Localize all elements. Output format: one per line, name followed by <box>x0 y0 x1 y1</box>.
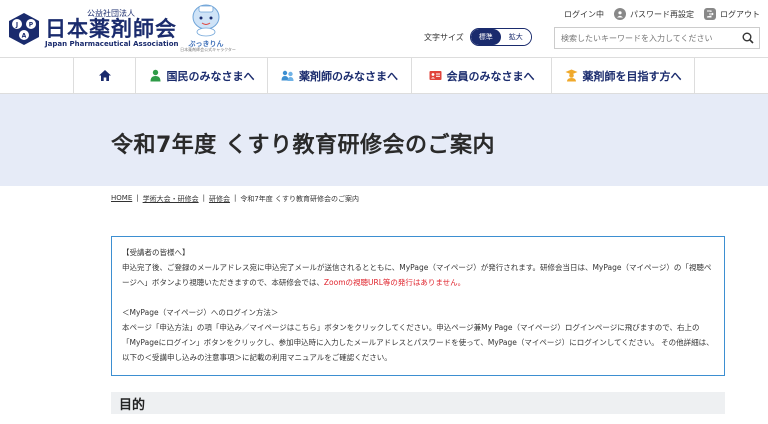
section-heading-purpose: 目的 <box>111 392 725 414</box>
site-logo[interactable]: J P A 公益社団法人 日本薬剤師会 Japan Pharmaceutical… <box>7 10 179 48</box>
nav-members-label: 会員のみなさまへ <box>446 69 535 83</box>
breadcrumb-separator: | <box>233 194 237 202</box>
font-size-large-button[interactable]: 拡大 <box>500 29 531 45</box>
mascot[interactable]: ぶっきりん 日本薬剤師会公式キャラクター <box>178 3 236 53</box>
breadcrumb: HOME | 学術大会・研修会 | 研修会 | 令和7年度 くすり教育研修会のご… <box>111 194 359 204</box>
svg-text:A: A <box>22 33 27 40</box>
page-title: 令和7年度 くすり教育研修会のご案内 <box>111 133 495 158</box>
font-size-toggle: 標準 拡大 <box>469 28 532 46</box>
top-links: ログイン中 パスワード再設定 ログアウト <box>554 8 760 20</box>
breadcrumb-academic[interactable]: 学術大会・研修会 <box>143 194 199 204</box>
search-button[interactable] <box>737 28 759 48</box>
notice-heading-attendees: 【受講者の皆様へ】 <box>122 248 190 257</box>
nav-home[interactable] <box>73 58 135 93</box>
nav-pharmacists-label: 薬剤師のみなさまへ <box>299 69 398 83</box>
nav-aspiring-label: 薬剤師を目指す方へ <box>582 69 682 83</box>
nav-public[interactable]: 国民のみなさまへ <box>135 58 267 93</box>
home-icon <box>98 70 111 81</box>
password-reset-label: パスワード再設定 <box>630 9 694 19</box>
breadcrumb-home[interactable]: HOME <box>111 194 132 204</box>
id-card-icon <box>429 71 441 80</box>
search-icon <box>742 32 754 44</box>
breadcrumb-separator: | <box>136 194 139 202</box>
people-icon <box>281 70 294 81</box>
breadcrumb-current: 令和7年度 くすり教育研修会のご案内 <box>240 195 360 203</box>
search-input[interactable] <box>555 28 737 48</box>
nav-pharmacists[interactable]: 薬剤師のみなさまへ <box>267 58 411 93</box>
search-box <box>554 27 760 49</box>
mascot-caption: 日本薬剤師会公式キャラクター <box>180 47 236 52</box>
nav-aspiring[interactable]: 薬剤師を目指す方へ <box>551 58 695 93</box>
org-name-en: Japan Pharmaceutical Association <box>45 40 179 48</box>
person-icon <box>150 69 160 82</box>
jpa-logo-icon: J P A <box>9 13 39 45</box>
password-reset-link[interactable]: パスワード再設定 <box>614 8 694 20</box>
login-status: ログイン中 <box>564 9 604 19</box>
nav-members[interactable]: 会員のみなさまへ <box>411 58 551 93</box>
font-size-label: 文字サイズ <box>424 32 464 42</box>
logout-label: ログアウト <box>720 9 760 19</box>
breadcrumb-seminars[interactable]: 研修会 <box>209 194 230 204</box>
notice-paragraph-mypage: 申込完了後、ご登録のメールアドレス宛に申込完了メールが送信されるとともに、MyP… <box>122 260 714 290</box>
font-size-standard-button[interactable]: 標準 <box>470 29 501 45</box>
global-nav: 国民のみなさまへ 薬剤師のみなさまへ 会員のみなさまへ 薬剤師を目指す方へ <box>0 57 768 94</box>
notice-zoom-warning: Zoomの視聴URL等の発行はありません。 <box>323 278 466 287</box>
logout-icon <box>704 8 716 20</box>
svg-text:J: J <box>15 22 18 29</box>
svg-text:P: P <box>29 22 34 29</box>
notice-box: 【受講者の皆様へ】 申込完了後、ご登録のメールアドレス宛に申込完了メールが送信さ… <box>111 236 725 376</box>
page-title-band: 令和7年度 くすり教育研修会のご案内 <box>0 94 768 186</box>
student-icon <box>565 69 577 82</box>
site-header: J P A 公益社団法人 日本薬剤師会 Japan Pharmaceutical… <box>0 0 768 57</box>
font-size-control: 文字サイズ 標準 拡大 <box>424 28 532 46</box>
user-icon <box>614 8 626 20</box>
notice-heading-login: ＜MyPage（マイページ）へのログイン方法＞ <box>122 308 279 317</box>
nav-public-label: 国民のみなさまへ <box>166 69 255 83</box>
org-name: 日本薬剤師会 <box>45 17 177 41</box>
logout-link[interactable]: ログアウト <box>704 8 760 20</box>
breadcrumb-separator: | <box>202 194 205 202</box>
mascot-character-icon <box>192 4 220 37</box>
notice-paragraph-login: 本ページ「申込方法」の項「申込み／マイページはこちら」ボタンをクリックしてくださ… <box>122 323 714 362</box>
